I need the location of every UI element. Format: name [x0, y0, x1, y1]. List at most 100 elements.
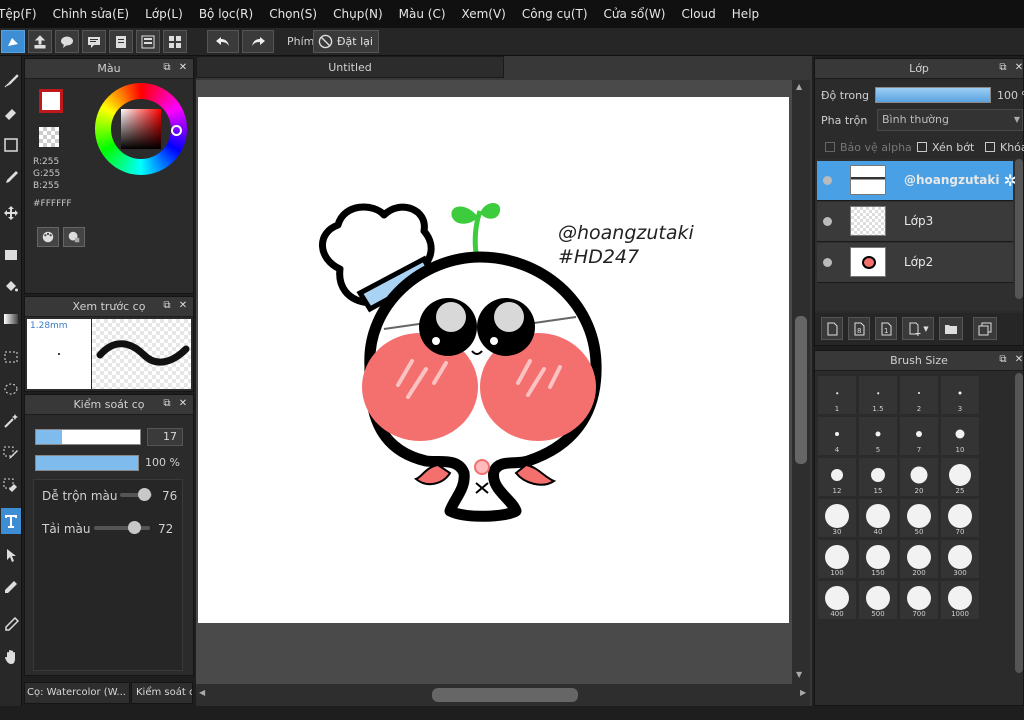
undock-icon[interactable]: ⧉ — [997, 354, 1009, 366]
share-button[interactable] — [28, 30, 52, 53]
select-tool[interactable] — [1, 344, 21, 370]
close-icon[interactable]: ✕ — [1013, 354, 1024, 366]
close-icon[interactable]: ✕ — [177, 398, 189, 410]
menu-snap[interactable]: Chụp(N) — [333, 7, 383, 21]
menu-file[interactable]: Tệp(F) — [0, 7, 37, 21]
dot-brush-tool[interactable] — [1, 164, 21, 190]
text-tool[interactable] — [1, 508, 21, 534]
brush-size-cell[interactable]: 40 — [858, 498, 898, 538]
brush-size-cell[interactable]: 10 — [940, 416, 980, 456]
brush-tool[interactable] — [1, 68, 21, 94]
brush-size-cell[interactable]: 30 — [817, 498, 857, 538]
menu-select[interactable]: Chọn(S) — [269, 7, 317, 21]
visibility-toggle-icon[interactable] — [823, 176, 832, 185]
brush-size-cell[interactable]: 150 — [858, 539, 898, 579]
undock-icon[interactable]: ⧉ — [161, 62, 173, 74]
load-slider-knob[interactable] — [128, 521, 142, 534]
brush-size-cell[interactable]: 500 — [858, 580, 898, 620]
dropper-tool[interactable] — [1, 612, 21, 638]
undo-button[interactable] — [207, 30, 239, 53]
layer-row-layer3[interactable]: Lớp3 — [817, 202, 1013, 242]
layer-opacity-slider[interactable] — [875, 87, 991, 103]
select-pen-tool[interactable] — [1, 440, 21, 466]
gradient-tool[interactable] — [1, 306, 21, 332]
menu-layer[interactable]: Lớp(L) — [145, 7, 183, 21]
duplicate-layer-button[interactable] — [973, 317, 997, 340]
brush-size-cell[interactable]: 1 — [817, 375, 857, 415]
visibility-toggle-icon[interactable] — [823, 217, 832, 226]
lock-checkbox[interactable]: Khóa — [985, 141, 1024, 154]
magic-wand-tool[interactable] — [1, 408, 21, 434]
color-settings-button[interactable] — [63, 227, 85, 247]
fill-rect-tool[interactable] — [1, 242, 21, 268]
menu-edit[interactable]: Chỉnh sửa(E) — [53, 7, 130, 21]
layer-row-layer2[interactable]: Lớp2 — [817, 243, 1013, 283]
load-slider[interactable] — [94, 521, 150, 534]
redo-button[interactable] — [242, 30, 274, 53]
new-layer-button[interactable] — [821, 317, 843, 340]
mix-slider[interactable] — [120, 488, 152, 501]
message-button[interactable] — [82, 30, 106, 53]
blend-mode-select[interactable]: Bình thường ▼ — [877, 109, 1023, 131]
brush-tab[interactable]: Cọ: Watercolor (W... — [24, 682, 130, 704]
undock-icon[interactable]: ⧉ — [161, 300, 173, 312]
brush-size-cell[interactable]: 25 — [940, 457, 980, 497]
add-layer-menu-button[interactable]: ▼ — [902, 317, 934, 340]
brush-size-cell[interactable]: 20 — [899, 457, 939, 497]
brush-opacity-slider[interactable] — [35, 455, 139, 471]
new-8bit-layer-button[interactable]: 8 — [848, 317, 870, 340]
close-icon[interactable]: ✕ — [177, 62, 189, 74]
brush-size-cell[interactable]: 700 — [899, 580, 939, 620]
grid-button[interactable] — [163, 30, 187, 53]
brush-size-cell[interactable]: 300 — [940, 539, 980, 579]
brush-size-cell[interactable]: 2 — [899, 375, 939, 415]
lasso-tool[interactable] — [1, 376, 21, 402]
brush-size-cell[interactable]: 5 — [858, 416, 898, 456]
new-folder-button[interactable] — [939, 317, 963, 340]
brush-size-cell[interactable]: 12 — [817, 457, 857, 497]
vertical-scrollbar[interactable]: ▲ ▼ — [792, 80, 810, 684]
visibility-toggle-icon[interactable] — [823, 258, 832, 267]
bucket-tool[interactable] — [1, 274, 21, 300]
layer-list-scrollbar[interactable] — [1015, 159, 1023, 299]
transparent-swatch[interactable] — [39, 127, 59, 147]
menu-cloud[interactable]: Cloud — [682, 7, 716, 21]
layer-row-handle[interactable]: @hoangzutaki ✲ — [817, 161, 1017, 201]
saturation-square[interactable] — [121, 109, 161, 149]
clipping-checkbox[interactable]: Xén bớt — [917, 141, 974, 154]
scroll-down-arrow[interactable]: ▼ — [796, 670, 802, 679]
mix-slider-knob[interactable] — [138, 488, 152, 501]
primary-color-swatch[interactable] — [39, 89, 63, 113]
brush-size-cell[interactable]: 200 — [899, 539, 939, 579]
brush-control-tab[interactable]: Kiểm soát c — [131, 682, 193, 704]
brush-size-cell[interactable]: 7 — [899, 416, 939, 456]
horizontal-scroll-thumb[interactable] — [432, 688, 578, 702]
brush-size-cell[interactable]: 4 — [817, 416, 857, 456]
undock-icon[interactable]: ⧉ — [161, 398, 173, 410]
brush-size-cell[interactable]: 50 — [899, 498, 939, 538]
menu-filter[interactable]: Bộ lọc(R) — [199, 7, 253, 21]
move-tool[interactable] — [1, 200, 21, 226]
reset-snap-button[interactable]: Đặt lại — [313, 30, 379, 53]
canvas[interactable]: @hoangzutaki #HD247 — [198, 97, 789, 623]
operation-tool[interactable] — [1, 542, 21, 568]
eyedropper-tool[interactable] — [1, 574, 21, 600]
brush-size-cell[interactable]: 3 — [940, 375, 980, 415]
brush-size-slider[interactable] — [35, 429, 141, 445]
cloud-toggle-button[interactable] — [1, 30, 25, 53]
eraser-tool[interactable] — [1, 100, 21, 126]
new-1bit-layer-button[interactable]: 1 — [875, 317, 897, 340]
close-icon[interactable]: ✕ — [1013, 62, 1024, 74]
document-tab[interactable]: Untitled — [196, 56, 504, 78]
menu-help[interactable]: Help — [732, 7, 759, 21]
brush-size-cell[interactable]: 1000 — [940, 580, 980, 620]
brush-size-value[interactable]: 17 — [147, 428, 183, 446]
close-icon[interactable]: ✕ — [177, 300, 189, 312]
menu-window[interactable]: Cửa sổ(W) — [604, 7, 666, 21]
hand-tool[interactable] — [1, 644, 21, 670]
menu-tools[interactable]: Công cụ(T) — [522, 7, 588, 21]
menu-view[interactable]: Xem(V) — [462, 7, 506, 21]
comment-button[interactable] — [55, 30, 79, 53]
list-button[interactable] — [136, 30, 160, 53]
brush-size-cell[interactable]: 1.5 — [858, 375, 898, 415]
